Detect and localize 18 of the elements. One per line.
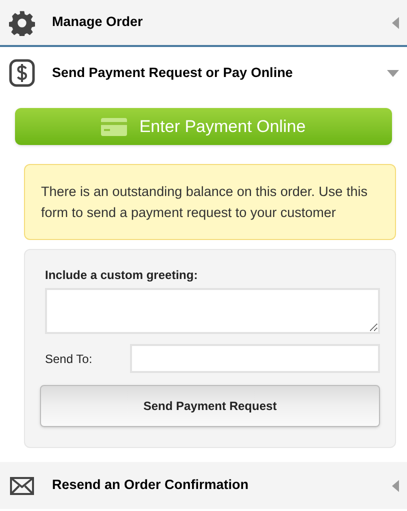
caret-left-icon — [392, 480, 399, 492]
section-title: Resend an Order Confirmation — [52, 476, 250, 494]
section-title: Send Payment Request or Pay Online — [52, 64, 294, 82]
gear-icon — [9, 10, 35, 36]
send-request-button[interactable]: Send Payment Request — [40, 385, 380, 427]
section-header[interactable]: Manage Order — [0, 0, 407, 47]
send-to-label: Send To: — [45, 350, 94, 368]
section-title: Manage Order — [52, 13, 144, 32]
envelope-icon — [10, 476, 34, 494]
dollar-icon — [9, 59, 35, 87]
caret-left-icon — [392, 16, 399, 28]
credit-card-icon — [101, 118, 128, 136]
caret-down-icon — [387, 70, 399, 76]
section-header[interactable]: Resend an Order Confirmation — [0, 462, 407, 509]
greeting-label: Include a custom greeting: — [45, 267, 199, 284]
send-to-field[interactable] — [130, 344, 380, 373]
notice-box: There is an outstanding balance on this order. Use this form to send a payment request to your customer — [24, 164, 396, 240]
greeting-field[interactable] — [45, 288, 380, 334]
